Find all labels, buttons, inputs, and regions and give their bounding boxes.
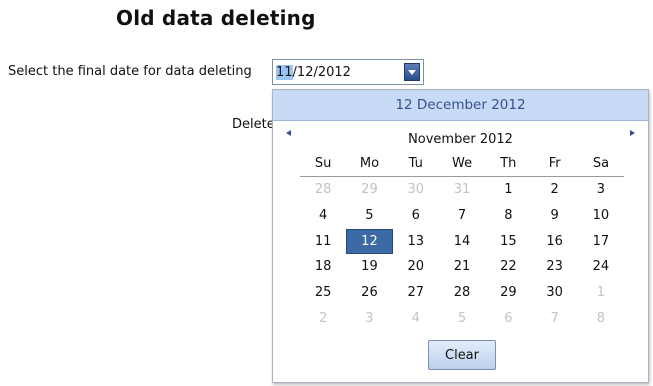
calendar-day[interactable]: 28 [439,280,485,306]
delete-label: Delete [232,117,275,132]
calendar-day[interactable]: 10 [578,203,624,229]
chevron-down-icon [408,69,416,75]
calendar-day[interactable]: 15 [485,228,531,254]
calendar-day[interactable]: 4 [300,203,346,229]
date-picker-input[interactable]: 11/12/2012 [272,59,424,85]
calendar-day[interactable]: 20 [393,254,439,280]
calendar-week-row: 11 12 13 14 15 16 17 [300,228,624,255]
calendar-day[interactable]: 30 [531,280,577,306]
chevron-right-icon[interactable] [630,130,635,136]
weekday-label: We [451,156,473,171]
calendar-day-other-month[interactable]: 1 [578,280,624,306]
calendar-day-other-month[interactable]: 2 [300,305,346,331]
calendar-day-selected[interactable]: 12 [346,229,393,255]
calendar-grid: Su Mo Tu We Th Fr Sa 28 29 30 31 1 2 3 4 5 6 7 8 9 10… [300,154,624,331]
calendar-day[interactable]: 6 [393,203,439,229]
calendar-day-other-month[interactable]: 29 [346,177,392,203]
date-label: Select the final date for data deleting [8,64,252,79]
calendar-day-other-month[interactable]: 7 [531,305,577,331]
calendar-day[interactable]: 16 [531,228,577,254]
calendar-week-row: 28 29 30 31 1 2 3 [300,177,624,203]
calendar-day[interactable]: 22 [485,254,531,280]
calendar-day[interactable]: 14 [439,228,485,254]
date-value-rest: /12/2012 [292,64,351,80]
weekday-label: Sa [592,156,610,171]
calendar-day[interactable]: 17 [578,228,624,254]
calendar-day[interactable]: 19 [346,254,392,280]
calendar-day[interactable]: 29 [485,280,531,306]
calendar-week-row: 18 19 20 21 22 23 24 [300,254,624,280]
calendar-day-other-month[interactable]: 4 [393,305,439,331]
calendar-day-other-month[interactable]: 31 [439,177,485,203]
calendar-day[interactable]: 8 [485,203,531,229]
calendar-day[interactable]: 23 [531,254,577,280]
calendar-nav: November 2012 [273,121,648,147]
calendar-day[interactable]: 1 [485,177,531,203]
calendar-day[interactable]: 18 [300,254,346,280]
weekday-label: Mo [359,156,380,171]
calendar-day-other-month[interactable]: 30 [393,177,439,203]
calendar-day-other-month[interactable]: 28 [300,177,346,203]
calendar-day[interactable]: 9 [531,203,577,229]
calendar-day[interactable]: 21 [439,254,485,280]
calendar-day-other-month[interactable]: 3 [346,305,392,331]
date-value[interactable]: 11/12/2012 [273,64,351,80]
calendar-day-other-month[interactable]: 8 [578,305,624,331]
calendar-day[interactable]: 13 [393,228,439,254]
calendar-day[interactable]: 7 [439,203,485,229]
calendar-week-row: 25 26 27 28 29 30 1 [300,280,624,306]
weekday-header: Su Mo Tu We Th Fr Sa [300,154,624,177]
calendar-day[interactable]: 27 [393,280,439,306]
calendar-day-other-month[interactable]: 5 [439,305,485,331]
calendar-day[interactable]: 26 [346,280,392,306]
calendar-day[interactable]: 25 [300,280,346,306]
weekday-label: Tu [408,156,423,171]
calendar-weeks: 28 29 30 31 1 2 3 4 5 6 7 8 9 10 11 12 13 14 15 16 17 18 19 20 2… [300,177,624,331]
calendar-popup: 12 December 2012 November 2012 Su Mo Tu … [272,89,649,383]
weekday-label: Th [500,156,517,171]
date-value-selected-segment: 11 [276,64,293,80]
today-bar[interactable]: 12 December 2012 [273,90,648,121]
clear-button[interactable]: Clear [428,340,496,370]
calendar-day[interactable]: 3 [578,177,624,203]
calendar-week-row: 4 5 6 7 8 9 10 [300,203,624,229]
calendar-day[interactable]: 24 [578,254,624,280]
weekday-label: Fr [548,156,561,171]
calendar-dropdown-button[interactable] [404,63,420,81]
page-title: Old data deleting [116,6,316,30]
calendar-day-other-month[interactable]: 6 [485,305,531,331]
calendar-week-row: 2345678 [300,305,624,331]
calendar-day[interactable]: 5 [346,203,392,229]
calendar-day[interactable]: 11 [300,228,346,254]
calendar-day[interactable]: 2 [531,177,577,203]
weekday-label: Su [314,156,332,171]
month-title[interactable]: November 2012 [273,132,648,147]
